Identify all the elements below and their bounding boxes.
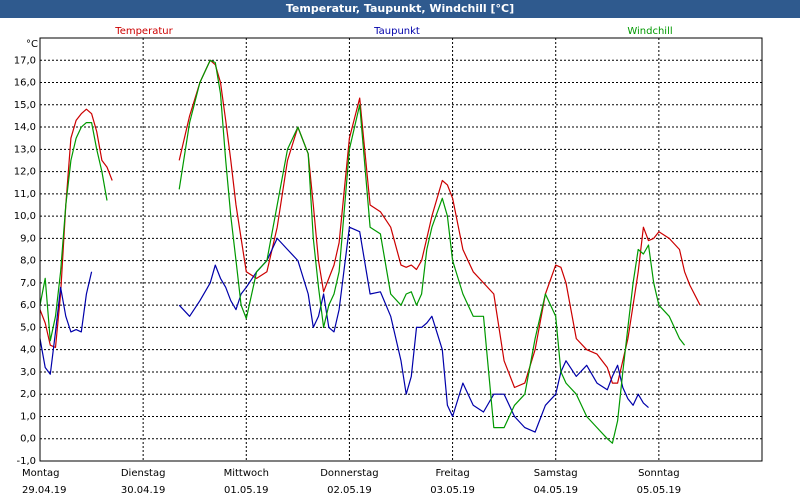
y-tick-label: 4,0 [20, 345, 36, 356]
y-tick-label: 6,0 [20, 300, 36, 311]
y-tick-label: 9,0 [20, 233, 36, 244]
grid-layer [40, 38, 762, 461]
x-tick-day-label: Sonntag [638, 468, 680, 479]
y-tick-label: 3,0 [20, 367, 36, 378]
x-tick-date-label: 29.04.19 [22, 485, 67, 496]
y-tick-label: 14,0 [14, 122, 36, 133]
y-tick-label: 5,0 [20, 322, 36, 333]
y-tick-label: 2,0 [20, 389, 36, 400]
y-tick-label: 16,0 [14, 78, 36, 89]
x-tick-date-label: 30.04.19 [121, 485, 166, 496]
y-tick-label: 17,0 [14, 55, 36, 66]
y-tick-label: 8,0 [20, 256, 36, 267]
plot-frame [39, 37, 763, 462]
series-layer [39, 59, 701, 444]
x-tick-day-label: Donnerstag [320, 468, 378, 479]
y-tick-label: 12,0 [14, 167, 36, 178]
x-tick-day-label: Dienstag [121, 468, 166, 479]
legend-item-windchill: Windchill [627, 26, 672, 37]
axis-layer: -1,0 0,0 1,0 2,0 3,0 4,0 5,0 6,0 7,0 8,0 9,0 10,0 11… [14, 37, 763, 496]
y-tick-label: 11,0 [14, 189, 36, 200]
line-chart: -1,0 0,0 1,0 2,0 3,0 4,0 5,0 6,0 7,0 8,0 9,0 10,0 11… [14, 26, 763, 496]
x-tick-date-label: 02.05.19 [327, 485, 372, 496]
y-axis-unit: °C [26, 39, 38, 50]
legend-item-temperatur: Temperatur [114, 26, 173, 37]
x-tick-day-label: Montag [22, 468, 59, 479]
y-tick-label: 13,0 [14, 144, 36, 155]
x-tick-date-label: 05.05.19 [637, 485, 682, 496]
y-tick-label: 15,0 [14, 100, 36, 111]
y-tick-label: 1,0 [20, 411, 36, 422]
x-tick-date-label: 03.05.19 [430, 485, 475, 496]
y-tick-label: 7,0 [20, 278, 36, 289]
series-line-windchill [39, 59, 686, 444]
legend-layer: Temperatur Taupunkt Windchill [114, 26, 672, 37]
x-tick-day-label: Samstag [534, 468, 578, 479]
x-tick-day-label: Mittwoch [224, 468, 269, 479]
x-tick-date-label: 04.05.19 [533, 485, 578, 496]
x-tick-day-label: Freitag [435, 468, 469, 479]
x-tick-date-label: 01.05.19 [224, 485, 269, 496]
legend-item-taupunkt: Taupunkt [373, 26, 420, 37]
y-tick-label: 0,0 [20, 434, 36, 445]
y-tick-label: -1,0 [16, 456, 36, 467]
y-tick-label: 10,0 [14, 211, 36, 222]
